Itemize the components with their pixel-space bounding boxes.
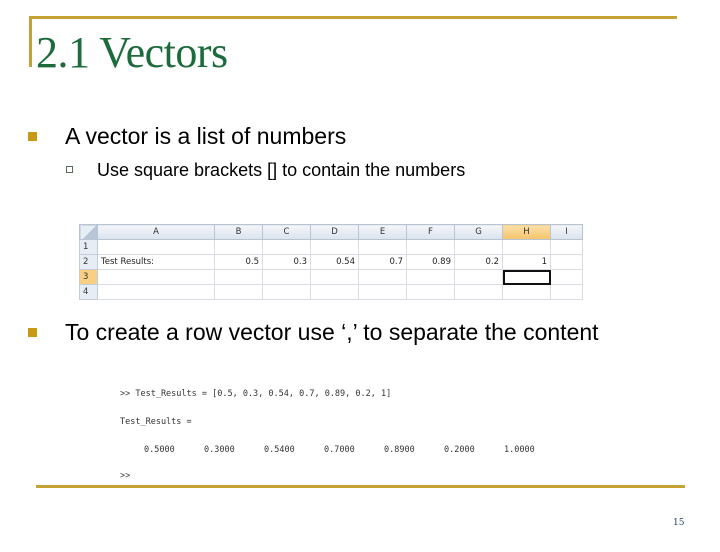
- footer-rule: [36, 485, 685, 488]
- cell[interactable]: [214, 284, 263, 300]
- column-header-d[interactable]: D: [310, 224, 359, 240]
- cell[interactable]: [358, 284, 407, 300]
- cell[interactable]: [454, 239, 503, 255]
- cell[interactable]: 0.89: [406, 254, 455, 270]
- title-left-rule: [29, 16, 32, 67]
- cell[interactable]: [97, 269, 215, 285]
- column-header-a[interactable]: A: [97, 224, 215, 240]
- column-header-c[interactable]: C: [262, 224, 311, 240]
- cell[interactable]: [550, 239, 583, 255]
- spreadsheet-screenshot: A B C D E F G H I 1 2 Test Results: 0.5 …: [79, 224, 583, 302]
- cell[interactable]: [502, 284, 551, 300]
- console-value: 0.3000: [204, 445, 235, 455]
- cell[interactable]: [550, 254, 583, 270]
- console-value: 0.7000: [324, 445, 355, 455]
- cell[interactable]: [310, 239, 359, 255]
- active-cell[interactable]: [502, 269, 551, 285]
- column-header-f[interactable]: F: [406, 224, 455, 240]
- square-bullet-icon: [28, 328, 37, 337]
- cell[interactable]: [97, 284, 215, 300]
- console-value: 1.0000: [504, 445, 535, 455]
- table-row: 4: [79, 284, 583, 300]
- square-bullet-icon: [28, 132, 37, 141]
- column-header-row: A B C D E F G H I: [79, 224, 583, 240]
- table-row: 3: [79, 269, 583, 285]
- cell[interactable]: [310, 284, 359, 300]
- cell[interactable]: [214, 269, 263, 285]
- bullet-text: A vector is a list of numbers: [65, 123, 347, 149]
- console-value: 0.5400: [264, 445, 295, 455]
- slide-title: 2.1 Vectors: [36, 28, 228, 77]
- console-command: >> Test_Results = [0.5, 0.3, 0.54, 0.7, …: [120, 389, 392, 399]
- cell[interactable]: [550, 284, 583, 300]
- console-value: 0.2000: [444, 445, 475, 455]
- cell[interactable]: [406, 284, 455, 300]
- cell[interactable]: 0.2: [454, 254, 503, 270]
- table-row: 1: [79, 239, 583, 255]
- row-header[interactable]: 4: [79, 284, 98, 300]
- cell[interactable]: [454, 269, 503, 285]
- cell[interactable]: 0.3: [262, 254, 311, 270]
- cell[interactable]: [97, 239, 215, 255]
- bullet-text: To create a row vector use ‘,’ to separa…: [65, 319, 599, 345]
- console-output-values: 0.5000 0.3000 0.5400 0.7000 0.8900 0.200…: [144, 444, 535, 552]
- cell[interactable]: [454, 284, 503, 300]
- cell[interactable]: 0.7: [358, 254, 407, 270]
- console-value: 0.8900: [384, 445, 415, 455]
- title-top-rule: [29, 16, 677, 19]
- column-header-i[interactable]: I: [550, 224, 583, 240]
- cell[interactable]: 0.54: [310, 254, 359, 270]
- cell[interactable]: [406, 239, 455, 255]
- cell[interactable]: [358, 269, 407, 285]
- cell[interactable]: [358, 239, 407, 255]
- column-header-e[interactable]: E: [358, 224, 407, 240]
- row-header[interactable]: 3: [79, 269, 98, 285]
- cell[interactable]: [406, 269, 455, 285]
- page-number: 15: [673, 518, 685, 528]
- table-row: 2 Test Results: 0.5 0.3 0.54 0.7 0.89 0.…: [79, 254, 583, 270]
- console-output-label: Test_Results =: [120, 417, 192, 427]
- console-prompt: >>: [120, 471, 131, 481]
- cell[interactable]: [310, 269, 359, 285]
- row-header[interactable]: 2: [79, 254, 98, 270]
- console-value: 0.5000: [144, 445, 175, 455]
- cell[interactable]: [262, 239, 311, 255]
- cell[interactable]: 0.5: [214, 254, 263, 270]
- sub-bullet-text: Use square brackets [] to contain the nu…: [97, 160, 466, 180]
- cell[interactable]: [550, 269, 583, 285]
- row-header[interactable]: 1: [79, 239, 98, 255]
- matlab-console-screenshot: >> Test_Results = [0.5, 0.3, 0.54, 0.7, …: [120, 388, 535, 481]
- cell-label[interactable]: Test Results:: [97, 254, 215, 270]
- hollow-square-bullet-icon: [66, 166, 73, 173]
- cell[interactable]: [214, 239, 263, 255]
- column-header-g[interactable]: G: [454, 224, 503, 240]
- cell[interactable]: [262, 269, 311, 285]
- cell[interactable]: [502, 239, 551, 255]
- column-header-b[interactable]: B: [214, 224, 263, 240]
- cell[interactable]: 1: [502, 254, 551, 270]
- cell[interactable]: [262, 284, 311, 300]
- select-all-corner[interactable]: [79, 224, 98, 240]
- column-header-h[interactable]: H: [502, 224, 551, 240]
